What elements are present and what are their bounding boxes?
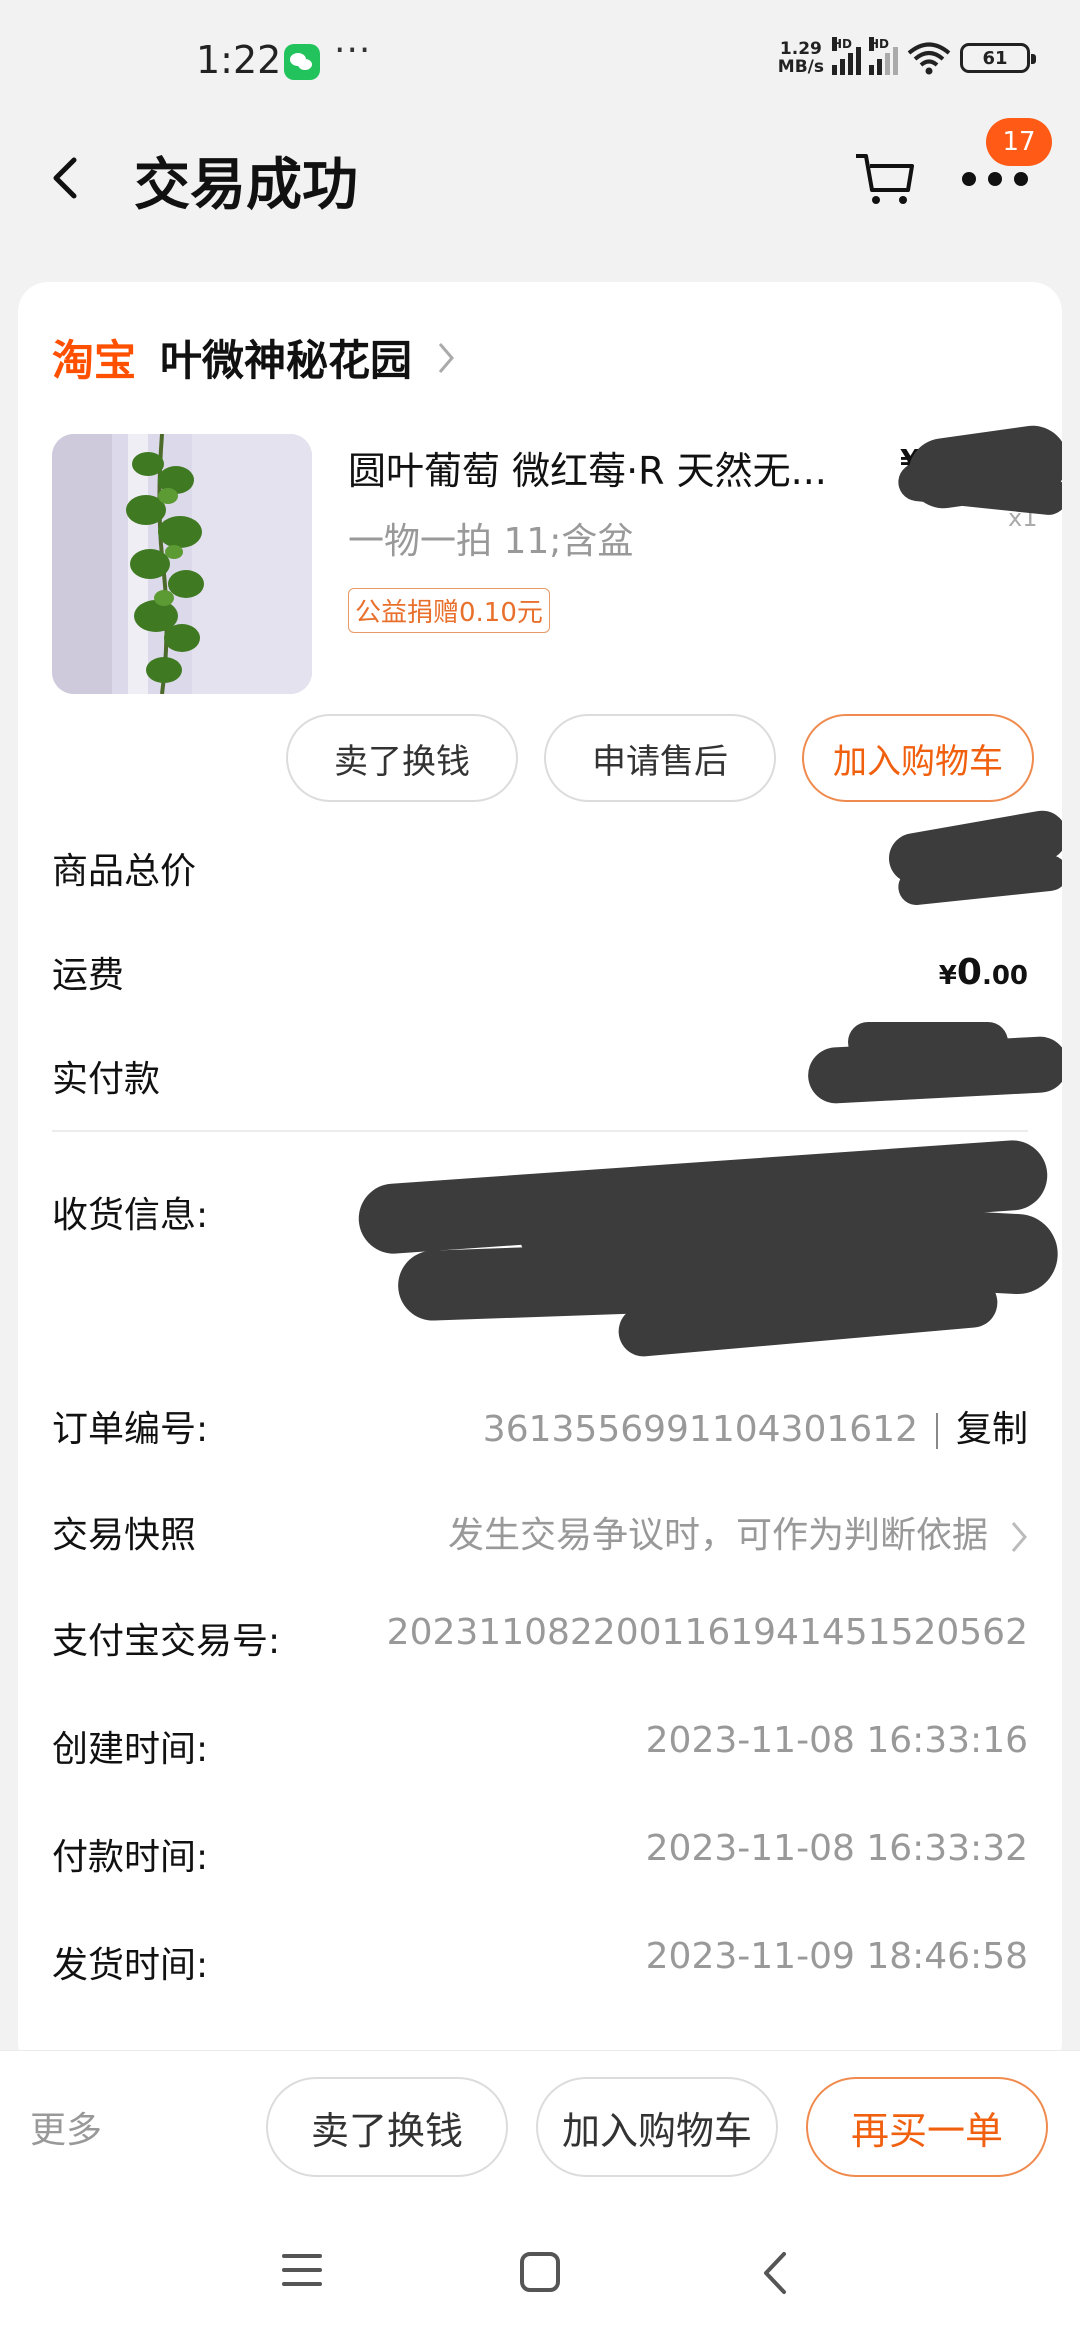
back-icon[interactable] [44,148,84,208]
grape-plant-photo [52,434,312,694]
shipping-label: 运费 [52,955,125,996]
network-speed: 1.29 MB/s [777,39,824,77]
home-icon[interactable] [520,2252,560,2292]
paid-time-row: 付款时间: 2023-11-08 16:33:32 [52,1828,1028,1888]
add-to-cart-button[interactable]: 加入购物车 [536,2077,778,2177]
shop-link[interactable]: 淘宝 叶微神秘花园 [52,327,456,388]
alipay-row: 支付宝交易号: 2023110822001161941451520562 [52,1612,1028,1672]
more-options-button[interactable] [960,160,1040,200]
back-icon[interactable] [760,2250,790,2296]
status-bar: 1:22 ··· 1.29 MB/s HD HD 61 [0,0,1080,120]
snapshot-hint: 发生交易争议时，可作为判断依据 [448,1506,1028,1558]
page-title: 交易成功 [134,153,358,218]
product-image[interactable] [52,434,312,694]
shipping-value: ¥0.00 [938,951,1028,993]
wifi-icon [907,42,951,75]
status-time: 1:22 [196,38,282,82]
status-indicators: 1.29 MB/s HD HD 61 [777,37,1036,77]
more-button[interactable]: 更多 [30,2101,102,2153]
divider [52,1130,1028,1132]
redaction-scribble [848,1022,1008,1062]
buy-again-button[interactable]: 再买一单 [806,2077,1048,2177]
after-sale-button[interactable]: 申请售后 [544,714,776,802]
alipay-number: 2023110822001161941451520562 [386,1612,1028,1653]
taobao-logo: 淘宝 [52,336,137,385]
add-to-cart-button[interactable]: 加入购物车 [802,714,1034,802]
order-number-label: 订单编号: [52,1409,209,1450]
system-nav-bar [0,2210,1080,2340]
sell-button[interactable]: 卖了换钱 [266,2077,508,2177]
battery-indicator: 61 [960,43,1036,73]
paid-amount-label: 实付款 [52,1059,161,1100]
product-spec: 一物一拍 11;含盆 [348,521,634,562]
snapshot-label: 交易快照 [52,1515,197,1556]
shipped-time-label: 发货时间: [52,1945,209,1986]
bottom-actions: 卖了换钱 加入购物车 再买一单 [266,2077,1048,2177]
created-time-value: 2023-11-08 16:33:16 [645,1720,1028,1761]
wechat-icon [284,44,320,80]
charity-tag: 公益捐赠0.10元 [348,588,550,633]
more-notifications-icon: ··· [334,30,372,71]
goods-total-label: 商品总价 [52,851,197,892]
order-number-value: 3613556991104301612 复制 [482,1409,1028,1450]
shop-name: 叶微神秘花园 [160,336,413,385]
notification-badge: 17 [986,118,1052,166]
alipay-label: 支付宝交易号: [52,1621,281,1662]
cart-icon[interactable] [850,142,920,212]
bottom-action-bar: 更多 卖了换钱 加入购物车 再买一单 [0,2050,1080,2210]
paid-time-label: 付款时间: [52,1837,209,1878]
app-header: 交易成功 [0,120,1080,270]
product-title[interactable]: 圆叶葡萄 微红莓·R 天然无... [348,440,888,495]
chevron-right-icon [438,342,455,373]
signal-icon: HD [832,37,861,75]
shipped-time-value: 2023-11-09 18:46:58 [645,1936,1028,1977]
item-actions: 卖了换钱 申请售后 加入购物车 [286,714,1034,802]
order-card: 淘宝 叶微神秘花园 圆叶葡萄 微红莓·R 天然无... 一物一拍 11;含盆 公… [18,282,1062,2072]
menu-icon[interactable] [282,2254,322,2290]
goods-total-row: 商品总价 [52,838,1028,898]
created-time-label: 创建时间: [52,1729,209,1770]
sell-button[interactable]: 卖了换钱 [286,714,518,802]
shipped-time-row: 发货时间: 2023-11-09 18:46:58 [52,1936,1028,1996]
chevron-right-icon [1011,1522,1027,1552]
order-number-row: 订单编号: 3613556991104301612 复制 [52,1400,1028,1460]
paid-time-value: 2023-11-08 16:33:32 [645,1828,1028,1869]
created-time-row: 创建时间: 2023-11-08 16:33:16 [52,1720,1028,1780]
signal-icon: HD [869,37,898,75]
snapshot-row[interactable]: 交易快照 发生交易争议时，可作为判断依据 [52,1506,1028,1566]
copy-button[interactable]: 复制 [956,1409,1028,1450]
shipping-row: 运费 ¥0.00 [52,942,1028,1002]
address-label: 收货信息: [52,1195,209,1236]
